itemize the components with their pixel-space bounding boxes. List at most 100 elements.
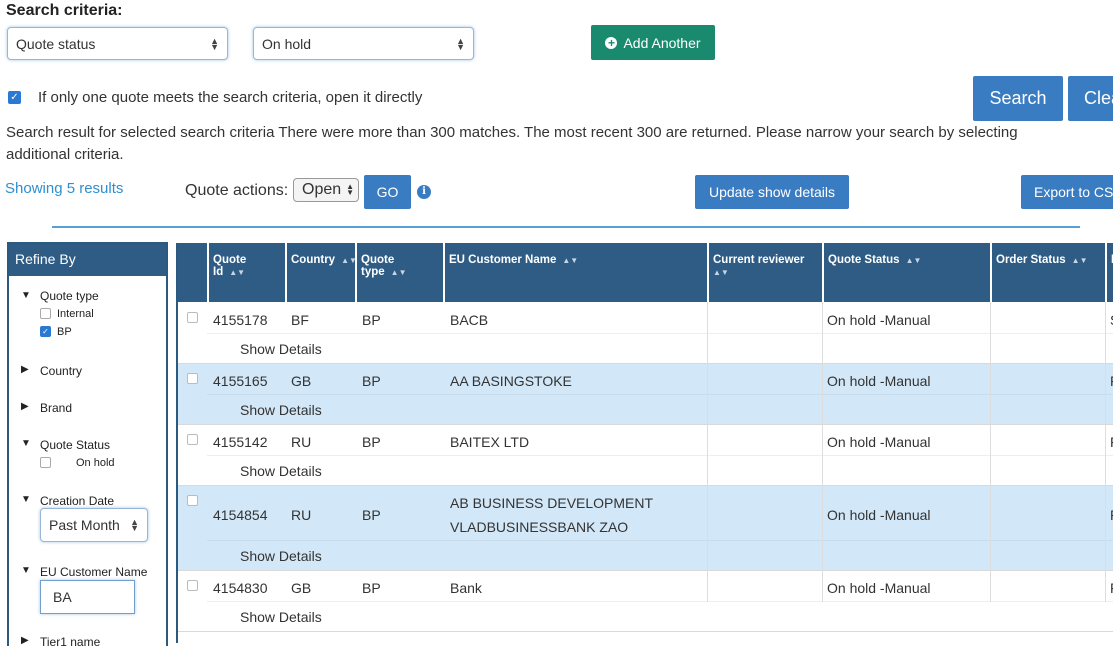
show-details-link[interactable]: Show Details bbox=[240, 402, 322, 418]
open-directly-checkbox[interactable]: ✓ bbox=[8, 91, 21, 104]
column-divider bbox=[1105, 302, 1106, 602]
select-arrows-icon: ▲ ▼ bbox=[456, 35, 465, 52]
cell-country: RU bbox=[291, 507, 312, 523]
go-button[interactable]: GO bbox=[364, 175, 411, 209]
quote-action-select[interactable]: Open ▲ ▼ bbox=[293, 178, 359, 202]
cell-customer: Bank bbox=[450, 580, 482, 596]
row-subdivider bbox=[207, 601, 1113, 602]
cell-country: BF bbox=[291, 312, 309, 328]
open-directly-label: If only one quote meets the search crite… bbox=[38, 89, 423, 106]
refine-creation-date[interactable]: Creation Date bbox=[40, 494, 114, 508]
th-quote-id[interactable]: Quote Id ▲▼ bbox=[207, 243, 285, 302]
row-divider bbox=[178, 363, 1113, 364]
expanded-triangle-icon[interactable]: ▼ bbox=[21, 565, 31, 576]
results-table: Quote Id ▲▼ Country ▲▼ Quote type ▲▼ EU Cus… bbox=[176, 243, 1113, 643]
row-checkbox[interactable] bbox=[187, 312, 198, 323]
cell-type: BP bbox=[362, 312, 381, 328]
clear-button[interactable]: Clea bbox=[1068, 76, 1113, 121]
show-details-link[interactable]: Show Details bbox=[240, 463, 322, 479]
row-divider bbox=[178, 570, 1113, 571]
internal-checkbox[interactable] bbox=[40, 308, 51, 319]
th-quote-status[interactable]: Quote Status ▲▼ bbox=[822, 243, 990, 302]
cell-status: On hold -Manual bbox=[827, 580, 931, 596]
th-current-reviewer[interactable]: Current reviewer ▲▼ bbox=[707, 243, 822, 302]
bp-label: BP bbox=[57, 326, 72, 338]
add-another-button[interactable]: + Add Another bbox=[591, 25, 715, 60]
info-icon[interactable]: i bbox=[417, 185, 431, 199]
th-extra[interactable]: E bbox=[1105, 243, 1113, 302]
collapsed-triangle-icon[interactable]: ▶ bbox=[21, 364, 29, 375]
criteria-field-value: Quote status bbox=[16, 35, 96, 52]
update-show-details-button[interactable]: Update show details bbox=[695, 175, 849, 209]
row-checkbox[interactable] bbox=[187, 495, 198, 506]
cell-country: GB bbox=[291, 580, 312, 596]
cell-status: On hold -Manual bbox=[827, 434, 931, 450]
collapsed-triangle-icon[interactable]: ▶ bbox=[21, 401, 29, 412]
quote-id-link[interactable]: 4155165 bbox=[213, 373, 268, 389]
show-details-link[interactable]: Show Details bbox=[240, 341, 322, 357]
row-subdivider bbox=[207, 455, 1113, 456]
th-eu-customer[interactable]: EU Customer Name ▲▼ bbox=[443, 243, 707, 302]
th-quote-type[interactable]: Quote type ▲▼ bbox=[355, 243, 443, 302]
cell-type: BP bbox=[362, 580, 381, 596]
quote-id-link[interactable]: 4154854 bbox=[213, 507, 268, 523]
result-message: Search result for selected search criter… bbox=[6, 124, 1018, 141]
cell-customer-line2: VLADBUSINESSBANK ZAO bbox=[450, 519, 629, 535]
cell-country: RU bbox=[291, 434, 312, 450]
refine-tier1[interactable]: Tier1 name bbox=[40, 635, 100, 646]
quote-id-link[interactable]: 4154830 bbox=[213, 580, 268, 596]
table-row: 4154854 RU BP AB BUSINESS DEVELOPMENT VL… bbox=[178, 485, 1113, 570]
eu-customer-input[interactable]: BA bbox=[40, 580, 135, 614]
cell-type: BP bbox=[362, 507, 381, 523]
collapsed-triangle-icon[interactable]: ▶ bbox=[21, 635, 29, 646]
on-hold-checkbox[interactable] bbox=[40, 457, 51, 468]
row-divider bbox=[178, 631, 1113, 632]
row-checkbox[interactable] bbox=[187, 373, 198, 384]
criteria-value-select[interactable]: On hold ▲ ▼ bbox=[253, 27, 474, 60]
quote-action-value: Open bbox=[302, 181, 342, 198]
sort-icon: ▲▼ bbox=[390, 268, 407, 277]
showing-results[interactable]: Showing 5 results bbox=[5, 180, 123, 197]
result-message-continued: additional criteria. bbox=[6, 146, 124, 163]
sort-icon: ▲▼ bbox=[905, 256, 922, 265]
select-arrows-icon: ▲ ▼ bbox=[130, 517, 139, 533]
criteria-field-select[interactable]: Quote status ▲ ▼ bbox=[7, 27, 228, 60]
quote-id-link[interactable]: 4155142 bbox=[213, 434, 268, 450]
row-subdivider bbox=[207, 394, 1113, 395]
sort-icon: ▲▼ bbox=[562, 256, 579, 265]
expanded-triangle-icon[interactable]: ▼ bbox=[21, 290, 31, 301]
cell-customer: BAITEX LTD bbox=[450, 434, 530, 450]
expanded-triangle-icon[interactable]: ▼ bbox=[21, 438, 31, 449]
expanded-triangle-icon[interactable]: ▼ bbox=[21, 494, 31, 505]
cell-country: GB bbox=[291, 373, 312, 389]
show-details-link[interactable]: Show Details bbox=[240, 548, 322, 564]
select-arrows-icon: ▲ ▼ bbox=[346, 182, 354, 197]
cell-type: BP bbox=[362, 373, 381, 389]
creation-date-select[interactable]: Past Month ▲ ▼ bbox=[40, 508, 148, 542]
th-order-status[interactable]: Order Status ▲▼ bbox=[990, 243, 1105, 302]
plus-circle-icon: + bbox=[605, 36, 618, 49]
cell-customer: BACB bbox=[450, 312, 489, 328]
creation-date-value: Past Month bbox=[49, 517, 120, 533]
th-country[interactable]: Country ▲▼ bbox=[285, 243, 357, 302]
sort-icon: ▲▼ bbox=[1071, 256, 1088, 265]
bp-checkbox[interactable]: ✓ bbox=[40, 326, 51, 337]
export-csv-button[interactable]: Export to CS bbox=[1021, 175, 1113, 209]
refine-country[interactable]: Country bbox=[40, 364, 82, 378]
row-checkbox[interactable] bbox=[187, 434, 198, 445]
quote-id-link[interactable]: 4155178 bbox=[213, 312, 268, 328]
refine-quote-status[interactable]: Quote Status bbox=[40, 438, 110, 452]
sort-icon: ▲▼ bbox=[713, 268, 729, 277]
cell-customer: AA BASINGSTOKE bbox=[450, 373, 572, 389]
refine-eu-customer[interactable]: EU Customer Name bbox=[40, 565, 147, 579]
refine-brand[interactable]: Brand bbox=[40, 401, 72, 415]
row-checkbox[interactable] bbox=[187, 580, 198, 591]
cell-status: On hold -Manual bbox=[827, 373, 931, 389]
show-details-link[interactable]: Show Details bbox=[240, 609, 322, 625]
add-another-label: Add Another bbox=[623, 34, 701, 51]
refine-quote-type[interactable]: Quote type bbox=[40, 289, 99, 303]
criteria-value-text: On hold bbox=[262, 35, 312, 52]
search-button[interactable]: Search bbox=[973, 76, 1063, 121]
row-subdivider bbox=[207, 333, 1113, 334]
column-divider bbox=[990, 302, 991, 602]
